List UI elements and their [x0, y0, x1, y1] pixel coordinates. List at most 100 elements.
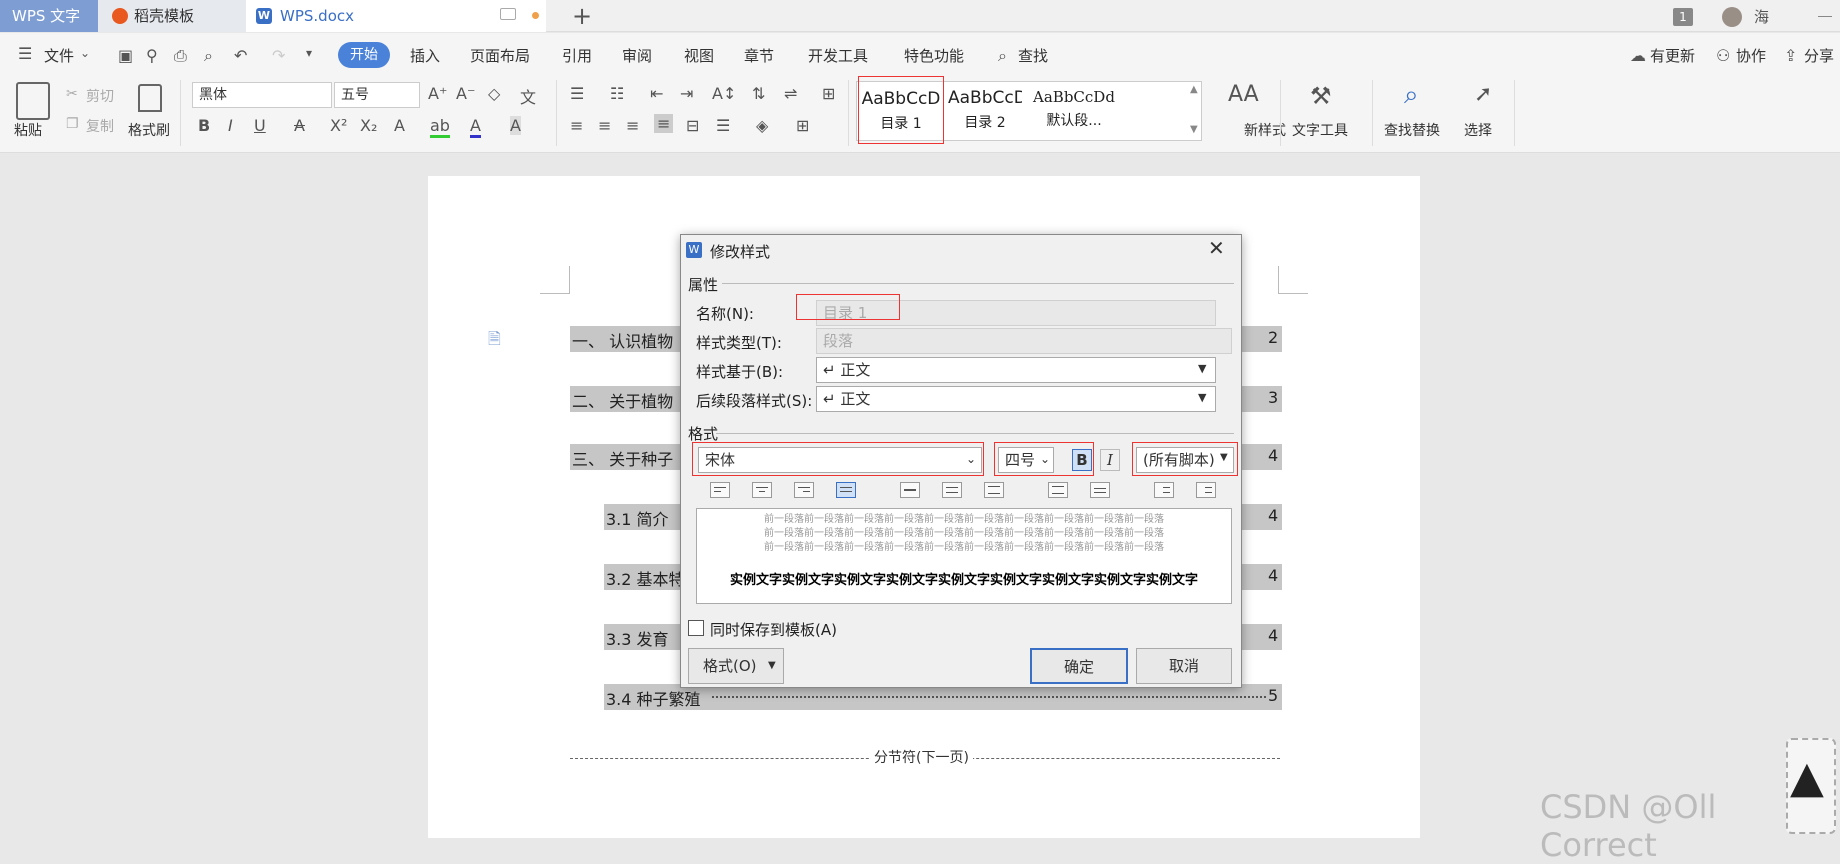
format-painter-icon[interactable]	[138, 84, 162, 112]
new-tab-plus-icon[interactable]: +	[572, 2, 592, 30]
decrease-indent-icon[interactable]: ⇤	[650, 84, 663, 103]
line-spacing-icon[interactable]: ⇌	[784, 84, 797, 103]
style-default-paragraph[interactable]: AaBbCcDd 默认段...	[1024, 88, 1124, 142]
increase-indent-icon[interactable]	[1196, 482, 1216, 498]
paragraph-spacing-icon[interactable]: ☰	[716, 116, 730, 135]
collab-link[interactable]: 协作	[1736, 45, 1766, 66]
italic-toggle[interactable]: I	[1100, 449, 1120, 471]
shading-icon[interactable]: ◈	[756, 116, 768, 135]
align-center-icon[interactable]	[752, 482, 772, 498]
toc-entry-text[interactable]: 二、 关于植物	[572, 388, 673, 412]
save-to-template-label[interactable]: 同时保存到模板(A)	[710, 619, 837, 640]
align-left-icon[interactable]: ≡	[570, 116, 583, 135]
select-button[interactable]: 选择	[1464, 120, 1492, 140]
print-preview-icon[interactable]: ⌕	[204, 46, 213, 66]
toc-entry-text[interactable]: 3.2 基本特	[606, 566, 685, 590]
find-replace-icon[interactable]: ⌕	[1404, 80, 1419, 111]
align-right-icon[interactable]: ≡	[626, 116, 639, 135]
dropdown-arrow-icon[interactable]: ▼	[1198, 362, 1206, 375]
next-style-select[interactable]: ↵ 正文	[816, 386, 1216, 412]
subscript-icon[interactable]: X₂	[360, 116, 377, 135]
paste-label[interactable]: 粘贴	[14, 120, 42, 140]
clear-format-icon[interactable]: ◇	[488, 84, 500, 103]
update-link[interactable]: 有更新	[1650, 45, 1695, 66]
align-center-icon[interactable]: ≡	[598, 116, 611, 135]
justify-icon[interactable]	[836, 482, 856, 498]
text-effect-icon[interactable]: A	[394, 116, 405, 135]
hamburger-menu-icon[interactable]: ☰	[18, 44, 32, 63]
bold-toggle[interactable]: B	[1072, 449, 1092, 471]
pinyin-icon[interactable]: 文	[520, 84, 536, 108]
bold-icon[interactable]: B	[198, 116, 210, 135]
align-left-icon[interactable]	[710, 482, 730, 498]
grow-font-icon[interactable]: A⁺	[428, 84, 447, 103]
underline-icon[interactable]: U	[254, 116, 266, 135]
dropdown-arrow-icon[interactable]: ▼	[768, 660, 776, 671]
char-shading-icon[interactable]: A	[510, 116, 521, 135]
decrease-indent-icon[interactable]	[1154, 482, 1174, 498]
ok-button[interactable]: 确定	[1030, 648, 1128, 684]
close-icon[interactable]: ✕	[1208, 236, 1225, 260]
save-to-template-checkbox[interactable]	[688, 620, 704, 636]
toc-entry-text[interactable]: 3.3 发育	[606, 626, 669, 650]
toc-entry-text[interactable]: 三、 关于种子	[572, 446, 673, 470]
print-icon[interactable]: ⎙	[174, 46, 187, 66]
double-spacing-icon[interactable]	[984, 482, 1004, 498]
format-painter-small-icon[interactable]: ⚲	[146, 46, 158, 65]
superscript-icon[interactable]: X²	[330, 116, 347, 135]
menu-review[interactable]: 审阅	[622, 45, 652, 66]
style-type-select[interactable]: 段落	[816, 328, 1232, 354]
toc-entry-text[interactable]: 一、 认识植物	[572, 328, 673, 352]
menu-chapter[interactable]: 章节	[744, 45, 774, 66]
menu-search[interactable]: 查找	[1018, 45, 1048, 66]
menu-special[interactable]: 特色功能	[904, 45, 964, 66]
chevron-down-icon[interactable]: ⌄	[966, 452, 976, 466]
font-family-select[interactable]: 黑体	[192, 82, 332, 108]
text-tools-button[interactable]: 文字工具	[1292, 120, 1348, 140]
dropdown-arrow-icon[interactable]: ▼	[1220, 452, 1228, 463]
style-toc1[interactable]: AaBbCcD 目录 1	[858, 76, 944, 144]
sort-icon[interactable]: ⇅	[752, 84, 765, 103]
paste-icon[interactable]	[16, 82, 50, 120]
strikethrough-icon[interactable]: A	[294, 116, 305, 135]
search-icon[interactable]: ⌕	[998, 46, 1007, 66]
menu-file[interactable]: 文件	[44, 45, 74, 66]
find-replace-button[interactable]: 查找替换	[1384, 120, 1440, 140]
distribute-icon[interactable]: ⊟	[686, 116, 699, 135]
cancel-button[interactable]: 取消	[1136, 648, 1232, 684]
menu-start[interactable]: 开始	[338, 42, 390, 68]
toc-entry-text[interactable]: 3.1 简介	[606, 506, 669, 530]
increase-para-spacing-icon[interactable]	[1048, 482, 1068, 498]
font-color-icon[interactable]: A	[470, 116, 481, 138]
minimize-icon[interactable]	[1818, 16, 1832, 17]
increase-indent-icon[interactable]: ⇥	[680, 84, 693, 103]
bullet-list-icon[interactable]: ☰	[570, 84, 584, 103]
font-select[interactable]: 宋体	[698, 447, 982, 473]
save-icon[interactable]: ▣	[118, 46, 133, 65]
menu-layout[interactable]: 页面布局	[470, 45, 530, 66]
text-direction-icon[interactable]: A↕	[712, 84, 736, 103]
based-on-select[interactable]: ↵ 正文	[816, 357, 1216, 383]
decrease-para-spacing-icon[interactable]	[1090, 482, 1110, 498]
italic-icon[interactable]: I	[228, 116, 233, 135]
wrench-icon[interactable]: ⚒	[1310, 82, 1332, 110]
window-count-badge[interactable]: 1	[1673, 8, 1693, 26]
monitor-icon[interactable]	[500, 8, 516, 20]
numbered-list-icon[interactable]: ☷	[610, 84, 624, 103]
dropdown-arrow-icon[interactable]: ▼	[1198, 391, 1206, 404]
single-spacing-icon[interactable]	[900, 482, 920, 498]
menu-developer[interactable]: 开发工具	[808, 45, 868, 66]
cut-button[interactable]: 剪切	[86, 86, 114, 106]
show-marks-icon[interactable]: ⊞	[822, 84, 835, 103]
undo-icon[interactable]: ↶	[234, 46, 247, 65]
style-toc2[interactable]: AaBbCcD 目录 2	[948, 88, 1022, 142]
menu-insert[interactable]: 插入	[410, 45, 440, 66]
justify-icon[interactable]: ≡	[654, 114, 674, 133]
redo-icon[interactable]: ↷	[272, 46, 285, 65]
gallery-up-icon[interactable]: ▲	[1190, 84, 1198, 95]
format-painter-button[interactable]: 格式刷	[128, 120, 170, 140]
user-name[interactable]: 海	[1754, 6, 1769, 27]
align-right-icon[interactable]	[794, 482, 814, 498]
share-link[interactable]: 分享	[1804, 45, 1834, 66]
borders-icon[interactable]: ⊞	[796, 116, 809, 135]
